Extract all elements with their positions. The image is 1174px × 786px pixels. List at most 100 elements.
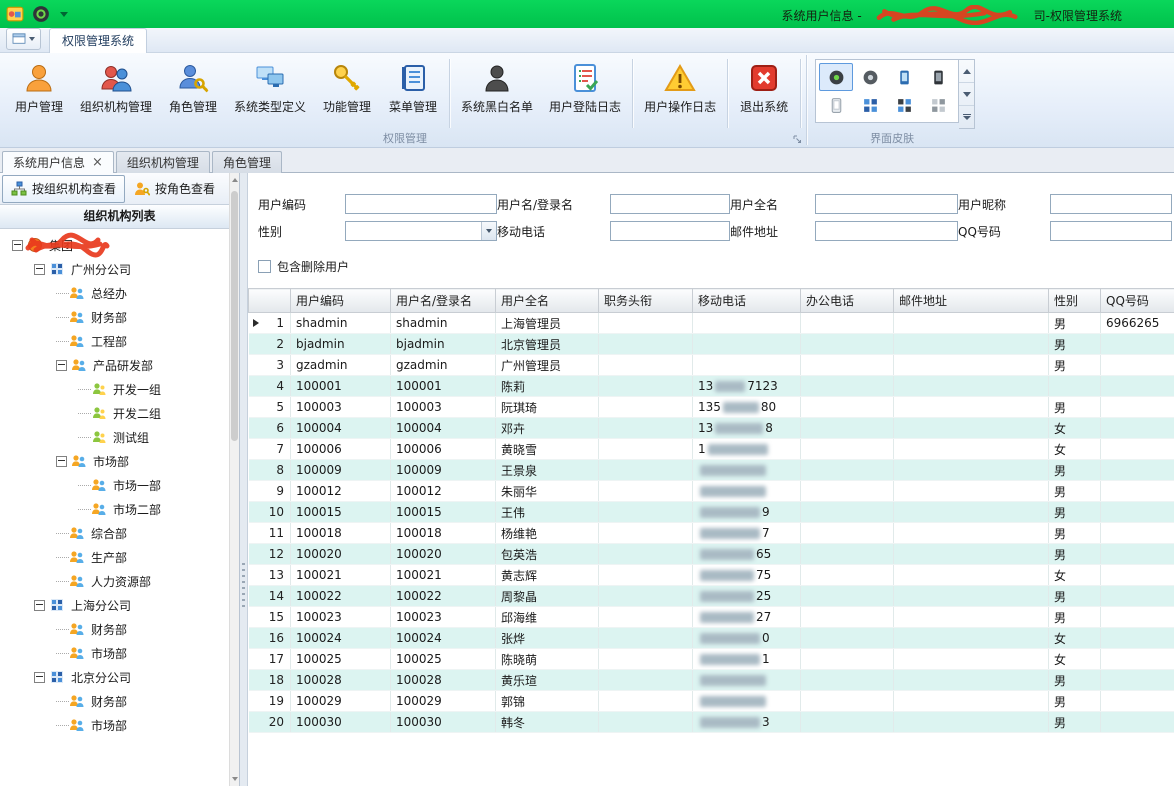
panel-splitter[interactable]: [240, 173, 248, 786]
cell-title[interactable]: [599, 670, 693, 691]
email-input[interactable]: [815, 221, 958, 241]
cell-login[interactable]: 100018: [391, 523, 496, 544]
ribbon-button-system-type-definition[interactable]: 系统类型定义: [226, 56, 314, 117]
qq-input[interactable]: [1050, 221, 1172, 241]
cell-qq[interactable]: [1101, 544, 1174, 565]
cell-office[interactable]: [801, 334, 894, 355]
skin-tile-1[interactable]: [819, 63, 853, 91]
cell-sex[interactable]: 男: [1049, 586, 1101, 607]
row-indicator-cell[interactable]: 20: [249, 712, 291, 733]
table-row[interactable]: 9100012100012朱丽华男: [249, 481, 1174, 502]
cell-email[interactable]: [894, 712, 1049, 733]
cell-office[interactable]: [801, 628, 894, 649]
cell-name[interactable]: 陈晓萌: [496, 649, 599, 670]
tree-item[interactable]: 北京分公司: [0, 665, 239, 689]
tree-item[interactable]: 集团: [0, 233, 239, 257]
document-tab-1[interactable]: 系统用户信息×: [2, 151, 114, 173]
cell-name[interactable]: 杨维艳: [496, 523, 599, 544]
cell-name[interactable]: 周黎晶: [496, 586, 599, 607]
cell-office[interactable]: [801, 565, 894, 586]
row-indicator-cell[interactable]: 15: [249, 607, 291, 628]
cell-name[interactable]: 朱丽华: [496, 481, 599, 502]
cell-email[interactable]: [894, 397, 1049, 418]
cell-login[interactable]: 100012: [391, 481, 496, 502]
cell-mobile[interactable]: [693, 691, 801, 712]
ribbon-tab-permission-system[interactable]: 权限管理系统: [49, 28, 147, 53]
cell-login[interactable]: 100006: [391, 439, 496, 460]
cell-qq[interactable]: [1101, 649, 1174, 670]
row-indicator-cell[interactable]: 4: [249, 376, 291, 397]
cell-email[interactable]: [894, 670, 1049, 691]
cell-name[interactable]: 黄志辉: [496, 565, 599, 586]
row-indicator-cell[interactable]: 5: [249, 397, 291, 418]
cell-email[interactable]: [894, 460, 1049, 481]
full-name-input[interactable]: [815, 194, 958, 214]
cell-office[interactable]: [801, 460, 894, 481]
cell-sex[interactable]: 女: [1049, 649, 1101, 670]
cell-login[interactable]: bjadmin: [391, 334, 496, 355]
cell-code[interactable]: shadmin: [291, 313, 391, 334]
row-indicator-cell[interactable]: 14: [249, 586, 291, 607]
table-row[interactable]: 7100006100006黄晓雪1女: [249, 439, 1174, 460]
cell-mobile[interactable]: 13580: [693, 397, 801, 418]
row-indicator-cell[interactable]: 2: [249, 334, 291, 355]
cell-mobile[interactable]: 137123: [693, 376, 801, 397]
cell-email[interactable]: [894, 439, 1049, 460]
cell-qq[interactable]: [1101, 460, 1174, 481]
cell-office[interactable]: [801, 418, 894, 439]
cell-title[interactable]: [599, 460, 693, 481]
table-row[interactable]: 15100023100023邱海维27男: [249, 607, 1174, 628]
cell-email[interactable]: [894, 481, 1049, 502]
cell-title[interactable]: [599, 481, 693, 502]
skin-tile-8[interactable]: [921, 91, 955, 119]
cell-name[interactable]: 黄乐瑄: [496, 670, 599, 691]
cell-code[interactable]: 100024: [291, 628, 391, 649]
tree-scrollbar[interactable]: [229, 173, 239, 786]
cell-sex[interactable]: 男: [1049, 607, 1101, 628]
ribbon-button-exit-system[interactable]: 退出系统: [731, 56, 797, 117]
cell-login[interactable]: 100022: [391, 586, 496, 607]
close-icon[interactable]: ×: [92, 158, 103, 168]
cell-name[interactable]: 张烨: [496, 628, 599, 649]
skin-tile-5[interactable]: [819, 91, 853, 119]
cell-qq[interactable]: [1101, 691, 1174, 712]
skin-tile-4[interactable]: [921, 63, 955, 91]
cell-title[interactable]: [599, 523, 693, 544]
cell-office[interactable]: [801, 712, 894, 733]
table-row[interactable]: 20100030100030韩冬3男: [249, 712, 1174, 733]
cell-name[interactable]: 广州管理员: [496, 355, 599, 376]
column-header-office[interactable]: 办公电话: [801, 289, 894, 313]
row-indicator-cell[interactable]: 17: [249, 649, 291, 670]
cell-sex[interactable]: 女: [1049, 418, 1101, 439]
cell-mobile[interactable]: 9: [693, 502, 801, 523]
cell-login[interactable]: 100029: [391, 691, 496, 712]
cell-login[interactable]: 100030: [391, 712, 496, 733]
cell-qq[interactable]: 6966265: [1101, 313, 1174, 334]
tree-expander-icon[interactable]: [56, 360, 67, 371]
cell-office[interactable]: [801, 502, 894, 523]
column-header-login[interactable]: 用户名/登录名: [391, 289, 496, 313]
cell-name[interactable]: 阮琪琦: [496, 397, 599, 418]
cell-sex[interactable]: 男: [1049, 355, 1101, 376]
cell-code[interactable]: gzadmin: [291, 355, 391, 376]
devexpress-logo-icon[interactable]: [32, 5, 50, 23]
cell-sex[interactable]: 男: [1049, 460, 1101, 481]
cell-email[interactable]: [894, 691, 1049, 712]
application-menu-button[interactable]: [6, 28, 41, 50]
include-deleted-checkbox[interactable]: [258, 260, 271, 273]
cell-office[interactable]: [801, 523, 894, 544]
cell-office[interactable]: [801, 397, 894, 418]
cell-email[interactable]: [894, 607, 1049, 628]
cell-qq[interactable]: [1101, 607, 1174, 628]
cell-code[interactable]: 100004: [291, 418, 391, 439]
cell-name[interactable]: 王景泉: [496, 460, 599, 481]
table-row[interactable]: 5100003100003阮琪琦13580男: [249, 397, 1174, 418]
cell-name[interactable]: 陈莉: [496, 376, 599, 397]
row-indicator-cell[interactable]: 13: [249, 565, 291, 586]
cell-code[interactable]: 100012: [291, 481, 391, 502]
scrollbar-thumb[interactable]: [231, 191, 238, 441]
cell-qq[interactable]: [1101, 334, 1174, 355]
tree-item[interactable]: 市场二部: [0, 497, 239, 521]
row-indicator-cell[interactable]: 18: [249, 670, 291, 691]
view-by-role-button[interactable]: 按角色查看: [125, 175, 224, 203]
